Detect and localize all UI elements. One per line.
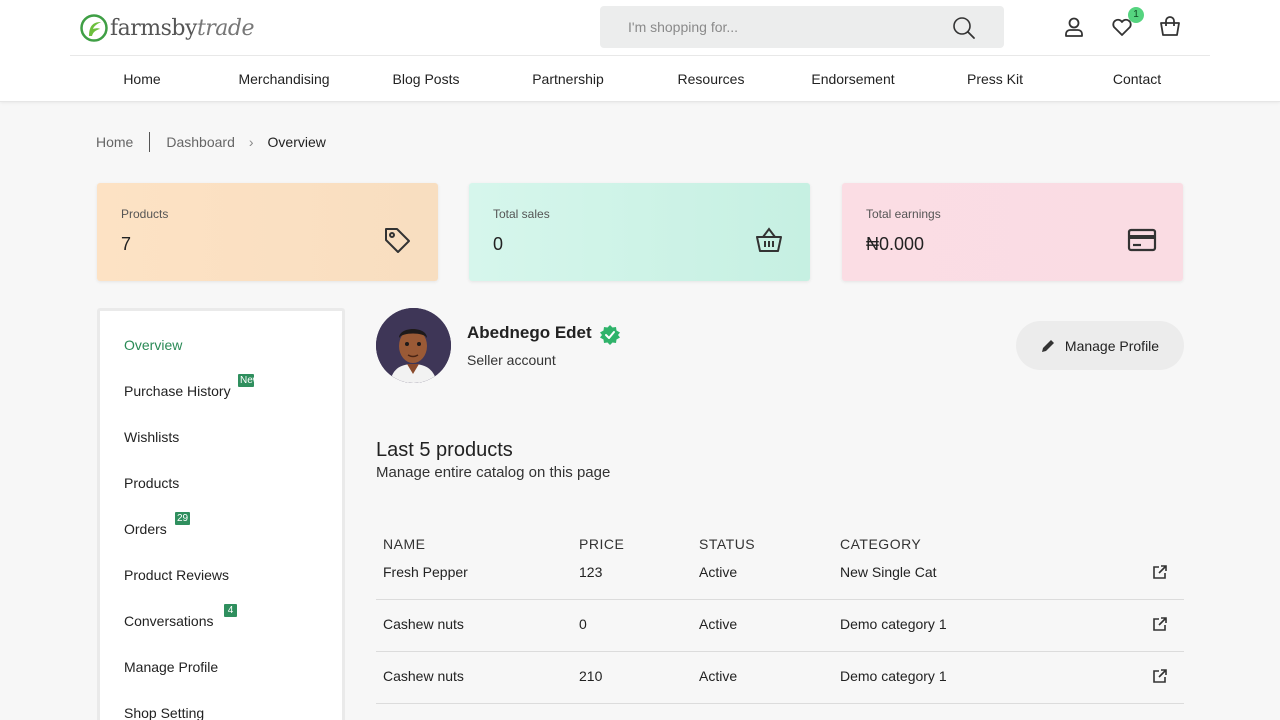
chevron-right-icon: › (248, 134, 254, 150)
site-header: farmsbytrade 1 Home Merchandising Blog P… (0, 0, 1280, 102)
breadcrumb-current: Overview (267, 134, 326, 150)
basket-icon (756, 227, 782, 252)
section-title: Last 5 products (376, 439, 513, 461)
external-link-icon[interactable] (1152, 668, 1168, 684)
product-price-cell: 210 (579, 668, 603, 684)
dashboard-sidebar: Overview Purchase History New Wishlists … (97, 308, 345, 720)
search-icon[interactable] (952, 16, 976, 40)
breadcrumb-separator (149, 132, 151, 152)
tag-icon (385, 228, 410, 253)
product-status-cell: Active (699, 668, 738, 684)
table-row: Cashew nuts 0 Active Demo category 1 (376, 600, 1184, 652)
table-row: Cashew nuts 210 Active Demo category 1 (376, 652, 1184, 704)
nav-home[interactable]: Home (123, 71, 160, 87)
product-category-cell: Demo category 1 (840, 668, 947, 684)
sidebar-item-orders[interactable]: Orders (124, 521, 167, 537)
search-bar (600, 6, 1004, 48)
manage-profile-label: Manage Profile (1064, 337, 1160, 354)
product-price-cell: 0 (579, 616, 587, 632)
stat-value: 7 (121, 234, 132, 254)
sidebar-item-purchase-history[interactable]: Purchase History (124, 383, 231, 399)
product-status-cell: Active (699, 564, 738, 580)
product-price-cell: 123 (579, 564, 603, 580)
stat-label: Total earnings (866, 207, 941, 221)
breadcrumb: Home Dashboard › Overview (96, 132, 326, 152)
section-subtitle: Manage entire catalog on this page (376, 464, 611, 481)
stat-card-sales: Total sales 0 (469, 183, 810, 281)
stat-label: Total sales (493, 207, 550, 221)
sidebar-item-product-reviews[interactable]: Product Reviews (124, 567, 229, 583)
sidebar-item-wishlists[interactable]: Wishlists (124, 429, 179, 445)
conversations-count-badge: 4 (224, 604, 237, 617)
external-link-icon[interactable] (1152, 564, 1168, 580)
nav-endorsement[interactable]: Endorsement (811, 71, 894, 87)
external-link-icon[interactable] (1152, 616, 1168, 632)
product-name-cell: Fresh Pepper (383, 564, 468, 580)
sidebar-item-products[interactable]: Products (124, 475, 179, 491)
avatar (376, 308, 451, 383)
logo-icon (80, 14, 108, 42)
stat-card-earnings: Total earnings ₦0.000 (842, 183, 1183, 281)
credit-card-icon (1127, 228, 1157, 252)
orders-count-badge: 29 (175, 512, 191, 525)
avatar-illustration (376, 308, 451, 383)
wishlist-count-badge: 1 (1128, 7, 1144, 23)
verified-badge-icon (600, 325, 620, 345)
product-status-cell: Active (699, 616, 738, 632)
sidebar-item-conversations[interactable]: Conversations (124, 613, 214, 629)
new-badge: New (238, 374, 254, 387)
sidebar-item-shop-setting[interactable]: Shop Setting (124, 705, 204, 720)
manage-profile-button[interactable]: Manage Profile (1016, 321, 1184, 370)
profile-role: Seller account (467, 352, 556, 368)
table-row: Fresh Pepper 123 Active New Single Cat (376, 548, 1184, 600)
sidebar-item-manage-profile[interactable]: Manage Profile (124, 659, 218, 675)
nav-contact[interactable]: Contact (1113, 71, 1161, 87)
search-input[interactable] (600, 6, 940, 48)
breadcrumb-home[interactable]: Home (96, 134, 133, 150)
cart-bag-icon[interactable] (1157, 14, 1183, 40)
main-nav: Home Merchandising Blog Posts Partnershi… (0, 56, 1280, 102)
nav-partnership[interactable]: Partnership (532, 71, 604, 87)
pencil-icon (1041, 339, 1054, 352)
logo-text: farmsbytrade (110, 15, 255, 41)
nav-press-kit[interactable]: Press Kit (967, 71, 1023, 87)
product-category-cell: New Single Cat (840, 564, 937, 580)
logo-text-accent: trade (196, 15, 255, 41)
stat-value: ₦0.000 (866, 234, 925, 254)
breadcrumb-dashboard[interactable]: Dashboard (166, 134, 235, 150)
product-category-cell: Demo category 1 (840, 616, 947, 632)
stat-value: 0 (493, 234, 504, 254)
product-name-cell: Cashew nuts (383, 668, 464, 684)
stat-card-products: Products 7 (97, 183, 438, 281)
logo-text-main: farmsby (110, 15, 197, 41)
stat-label: Products (121, 207, 169, 221)
product-name-cell: Cashew nuts (383, 616, 464, 632)
sidebar-item-overview[interactable]: Overview (124, 337, 182, 353)
profile-name: Abednego Edet (467, 323, 592, 342)
user-icon[interactable] (1061, 14, 1087, 40)
nav-merchandising[interactable]: Merchandising (238, 71, 329, 87)
nav-resources[interactable]: Resources (678, 71, 745, 87)
nav-blog-posts[interactable]: Blog Posts (393, 71, 460, 87)
brand-logo[interactable]: farmsbytrade (80, 14, 255, 42)
